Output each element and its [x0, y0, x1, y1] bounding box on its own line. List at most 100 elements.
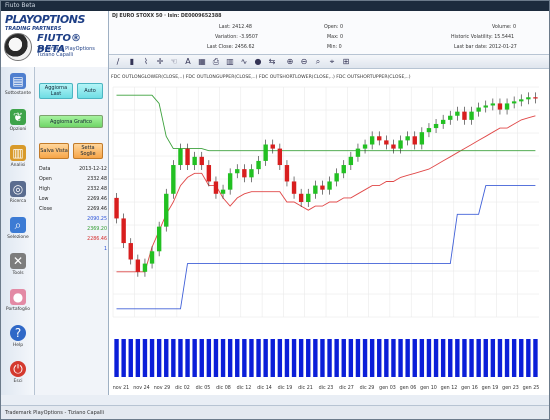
volume-bar [469, 339, 474, 377]
sidebar-item-label: Tools [12, 271, 24, 276]
volume-bar [504, 339, 510, 377]
x-tick-label: dic 23 [319, 385, 334, 391]
zoom-in-icon[interactable]: ⊕ [285, 57, 295, 67]
volume-bar [334, 339, 339, 377]
curve-icon[interactable]: ∿ [239, 57, 249, 67]
auto-button[interactable]: Auto [77, 83, 103, 99]
volume-bar [185, 339, 190, 377]
candle-body [128, 243, 133, 260]
x-tick-label: gen 19 [482, 385, 499, 391]
volume-bar [135, 339, 141, 377]
candle-body [121, 218, 126, 244]
volume-bar [142, 339, 148, 377]
candle-body [519, 99, 524, 102]
x-tick-label: gen 16 [461, 385, 478, 391]
candle-body [497, 103, 503, 110]
candle-body [398, 140, 403, 149]
volume-bar [114, 339, 119, 377]
fit-icon[interactable]: ⊞ [341, 57, 351, 67]
candle-body [185, 148, 190, 166]
brand-line5: Tiziano Capalli [37, 52, 74, 58]
text-icon[interactable]: A [183, 57, 193, 67]
ball-icon[interactable]: ● [253, 57, 263, 67]
volume-bar [235, 339, 240, 377]
soccer-ball-icon [4, 33, 32, 61]
x-tick-label: gen 10 [420, 385, 437, 391]
candle-body [511, 101, 517, 104]
stat-row-green: 2369.20 [87, 227, 107, 232]
min-value: Min: 0 [327, 45, 342, 50]
candle-body [448, 115, 453, 120]
candle-body [114, 197, 119, 219]
zoom-reset-icon[interactable]: ⌖ [327, 57, 337, 67]
candle-body [341, 165, 346, 174]
arrows-icon[interactable]: ⇆ [267, 57, 277, 67]
aggiorna-grafico-button[interactable]: Aggiorna Grafico [39, 115, 103, 128]
volume-bar [519, 339, 524, 377]
sidebar-item-opzioni[interactable]: ❦ Opzioni [1, 107, 35, 143]
setta-soglie-button[interactable]: Setta Soglie [73, 143, 103, 159]
x-tick-label: gen 25 [523, 385, 540, 391]
sidebar-item-analisi[interactable]: ▥ Analisi [1, 143, 35, 179]
piggy-bank-icon: ● [10, 289, 26, 305]
candle-body [391, 144, 396, 149]
volume-bar [284, 339, 290, 377]
x-tick-label: gen 06 [400, 385, 417, 391]
volume-bar [291, 339, 297, 377]
candle-body [135, 259, 141, 272]
sidebar-item-tools[interactable]: ✕ Tools [1, 251, 35, 287]
candle-body [483, 105, 488, 108]
volume-bar [369, 339, 375, 377]
candle-body [256, 160, 261, 170]
candle-body [462, 111, 467, 120]
candle-body [270, 144, 275, 149]
hand-icon[interactable]: ☜ [169, 57, 179, 67]
aggiorna-last-button[interactable]: Aggiorna Last [39, 83, 73, 99]
table-icon[interactable]: ▦ [197, 57, 207, 67]
volume-bar [426, 339, 432, 377]
sidebar-item-ricerca[interactable]: ◎ Ricerca [1, 179, 35, 215]
sidebar-item-selezione[interactable]: ⌕ Selezione [1, 215, 35, 251]
print-icon[interactable]: ⎙ [211, 57, 221, 67]
volume-bar [526, 339, 531, 377]
sidebar-item-sottostante[interactable]: ▤ Sottostante [1, 71, 35, 107]
volume-bar [384, 339, 389, 377]
app-window: Fiuto Beta PLAYOPTIONS TRADING PARTNERS … [0, 0, 550, 420]
search-icon[interactable]: ⌕ [313, 57, 323, 67]
volume-bar [242, 339, 247, 377]
last-bar-date-value: Last bar date: 2012-01-27 [454, 45, 517, 50]
crosshair-icon[interactable]: ✛ [155, 57, 165, 67]
brand-line2: TRADING PARTNERS [5, 26, 62, 32]
sidebar-item-help[interactable]: ? Help [1, 323, 35, 359]
x-tick-label: dic 12 [237, 385, 252, 391]
candles-icon[interactable]: ▮ [127, 57, 137, 67]
draw-line-icon[interactable]: ∕ [113, 57, 123, 67]
price-chart[interactable]: FDC OUTLONGLOWER(CLOSE,..) FDC OUTLONGUP… [109, 69, 549, 395]
volume-bar [533, 339, 538, 377]
zoom-out-icon[interactable]: ⊖ [299, 57, 309, 67]
volume-bar [327, 339, 332, 377]
volume-bar [377, 339, 382, 377]
leaf-icon: ❦ [10, 109, 26, 125]
candle-body [199, 156, 204, 166]
candle-body [235, 169, 240, 174]
volume-bar [483, 339, 488, 377]
bar-chart-icon[interactable]: ▥ [225, 57, 235, 67]
volume-bar [348, 339, 354, 377]
instrument-name: DJ EURO STOXX 50 · Isin: DE0009652388 [112, 14, 222, 19]
sidebar-item-label: Analisi [10, 163, 26, 168]
x-tick-label: nov 29 [154, 385, 170, 391]
sidebar-item-portafoglio[interactable]: ● Portafoglio [1, 287, 35, 323]
hist-vol-value: Historic Volatility: 15.5441 [451, 35, 515, 40]
volume-bar [433, 339, 439, 377]
candle-body [171, 165, 176, 194]
candle-body [306, 193, 311, 202]
candle-body [327, 181, 332, 190]
binoculars-icon: ◎ [10, 181, 26, 197]
line-chart-icon[interactable]: ⌇ [141, 57, 151, 67]
sidebar-item-esci[interactable]: ⏻ Esci [1, 359, 35, 395]
candle-body [142, 263, 148, 272]
salva-vista-button[interactable]: Salva Vista [39, 143, 69, 159]
volume-bar [171, 339, 176, 377]
stat-row: Open 2332.48 [39, 177, 107, 182]
